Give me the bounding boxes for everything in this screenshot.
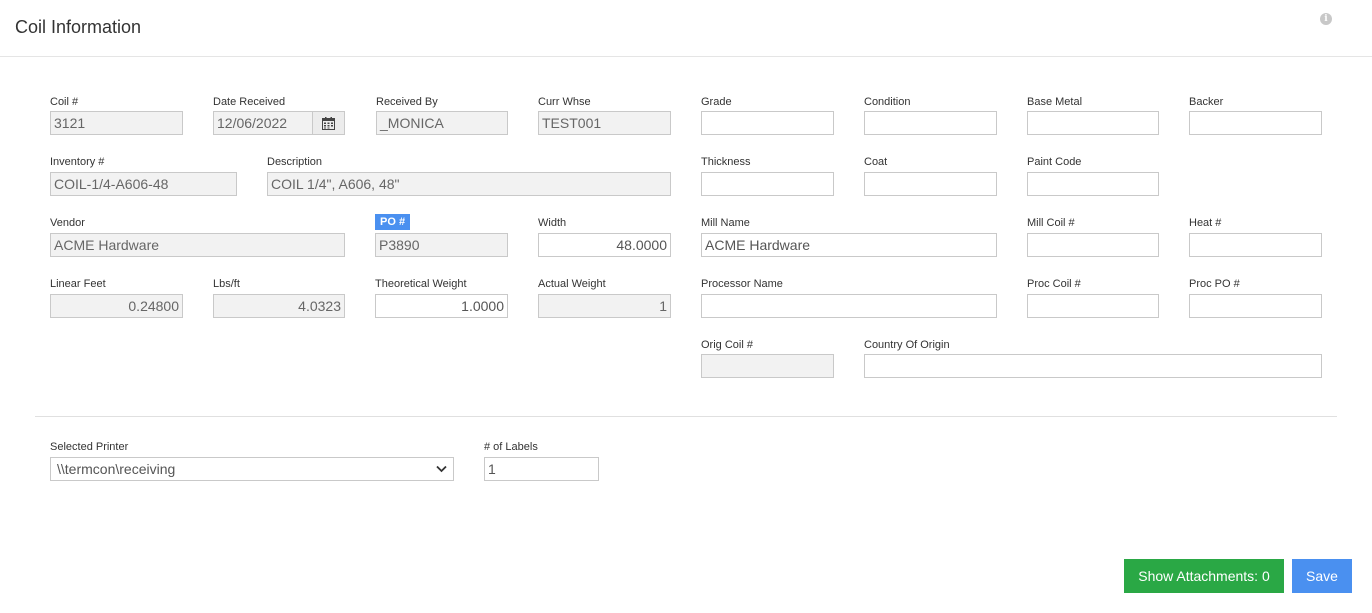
curr-whse-label: Curr Whse: [538, 96, 591, 108]
page-title: Coil Information: [15, 17, 142, 37]
orig-coil-no-field[interactable]: [701, 354, 834, 378]
actual-weight-field[interactable]: 1: [538, 294, 671, 318]
width-input[interactable]: 48.0000: [538, 233, 671, 257]
info-icon[interactable]: i: [1320, 13, 1332, 25]
date-received-label: Date Received: [213, 96, 286, 108]
proc-coil-no-input[interactable]: [1027, 294, 1159, 318]
thickness-label: Thickness: [701, 156, 751, 168]
grade-input[interactable]: [701, 111, 834, 135]
grade-label: Grade: [701, 96, 732, 108]
coil-no-label: Coil #: [50, 96, 79, 108]
backer-input[interactable]: [1189, 111, 1322, 135]
labels-count-input[interactable]: 1: [484, 457, 599, 481]
processor-name-input[interactable]: [701, 294, 997, 318]
linear-feet-label: Linear Feet: [50, 278, 106, 290]
mill-coil-no-label: Mill Coil #: [1027, 217, 1075, 229]
description-label: Description: [267, 156, 323, 168]
received-by-label: Received By: [376, 96, 438, 108]
condition-input[interactable]: [864, 111, 997, 135]
heat-no-input[interactable]: [1189, 233, 1322, 257]
description-field[interactable]: COIL 1/4", A606, 48": [267, 172, 671, 196]
chevron-down-icon: [436, 465, 447, 473]
proc-coil-no-label: Proc Coil #: [1027, 278, 1081, 290]
thickness-input[interactable]: [701, 172, 834, 196]
section-divider: [35, 416, 1337, 417]
date-received-field[interactable]: 12/06/2022: [213, 111, 313, 135]
calendar-icon: [322, 117, 335, 130]
base-metal-input[interactable]: [1027, 111, 1159, 135]
selected-printer-label: Selected Printer: [50, 441, 129, 453]
printer-select[interactable]: \\termcon\receiving: [50, 457, 454, 481]
lbs-ft-field[interactable]: 4.0323: [213, 294, 345, 318]
save-button[interactable]: Save: [1292, 559, 1352, 593]
orig-coil-no-label: Orig Coil #: [701, 339, 753, 351]
backer-label: Backer: [1189, 96, 1224, 108]
actual-weight-label: Actual Weight: [538, 278, 606, 290]
vendor-field[interactable]: ACME Hardware: [50, 233, 345, 257]
linear-feet-field[interactable]: 0.24800: [50, 294, 183, 318]
width-label: Width: [538, 217, 567, 229]
base-metal-label: Base Metal: [1027, 96, 1083, 108]
mill-name-input[interactable]: ACME Hardware: [701, 233, 997, 257]
country-of-origin-input[interactable]: [864, 354, 1322, 378]
coat-input[interactable]: [864, 172, 997, 196]
modal-header: Coil Information i: [0, 0, 1372, 57]
proc-po-no-input[interactable]: [1189, 294, 1322, 318]
vendor-label: Vendor: [50, 217, 85, 229]
country-of-origin-label: Country Of Origin: [864, 339, 950, 351]
inventory-no-field[interactable]: COIL-1/4-A606-48: [50, 172, 237, 196]
paint-code-label: Paint Code: [1027, 156, 1082, 168]
lbs-ft-label: Lbs/ft: [213, 278, 240, 290]
curr-whse-field[interactable]: TEST001: [538, 111, 671, 135]
po-no-badge-link[interactable]: PO #: [375, 214, 411, 230]
processor-name-label: Processor Name: [701, 278, 783, 290]
mill-name-label: Mill Name: [701, 217, 750, 229]
inventory-no-label: Inventory #: [50, 156, 105, 168]
printer-select-value: \\termcon\receiving: [57, 461, 176, 477]
theoretical-weight-input[interactable]: 1.0000: [375, 294, 508, 318]
mill-coil-no-input[interactable]: [1027, 233, 1159, 257]
received-by-field[interactable]: _MONICA: [376, 111, 508, 135]
condition-label: Condition: [864, 96, 911, 108]
coil-no-field[interactable]: 3121: [50, 111, 183, 135]
date-picker-button[interactable]: [313, 111, 345, 135]
theoretical-weight-label: Theoretical Weight: [375, 278, 467, 290]
labels-count-label: # of Labels: [484, 441, 538, 453]
heat-no-label: Heat #: [1189, 217, 1222, 229]
show-attachments-button[interactable]: Show Attachments: 0: [1124, 559, 1284, 593]
paint-code-input[interactable]: [1027, 172, 1159, 196]
po-no-field[interactable]: P3890: [375, 233, 508, 257]
proc-po-no-label: Proc PO #: [1189, 278, 1240, 290]
coat-label: Coat: [864, 156, 888, 168]
